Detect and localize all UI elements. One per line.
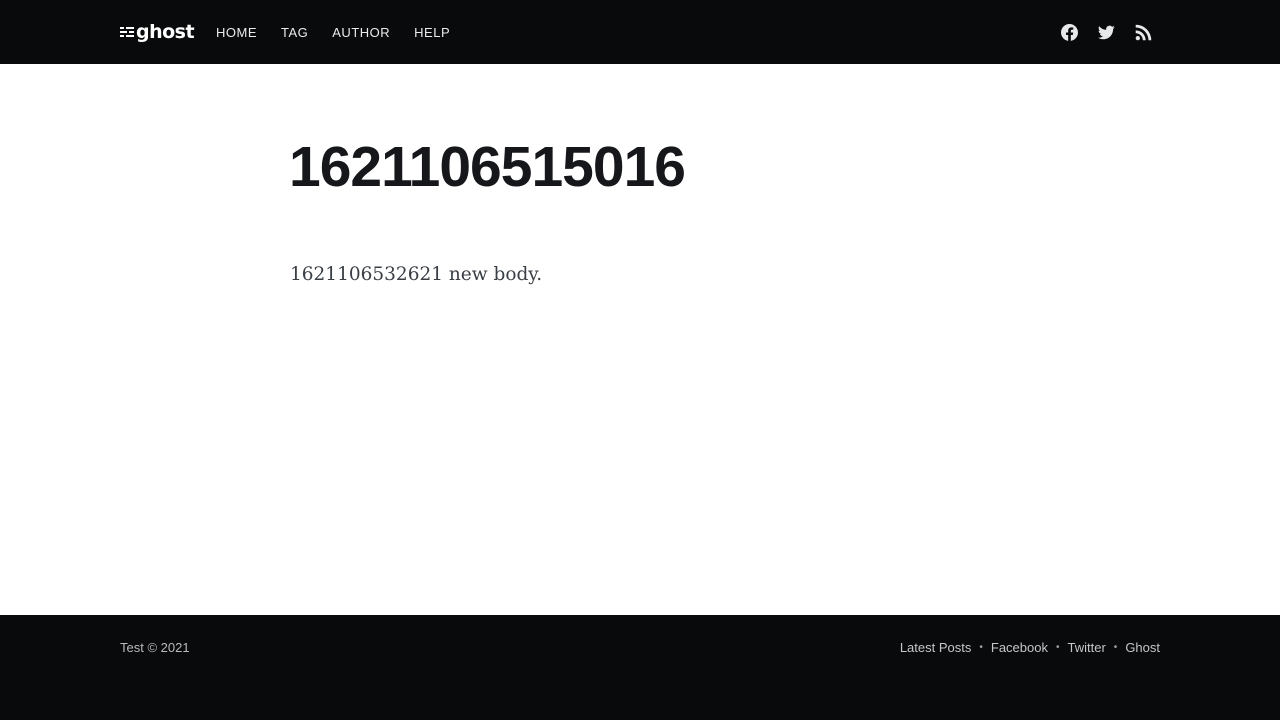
nav-item-author[interactable]: AUTHOR [332, 25, 390, 40]
post-title: 1621106515016 [289, 135, 686, 199]
ghost-logo-icon [120, 27, 134, 37]
site-footer: Test © 2021 Latest Posts • Facebook • Tw… [0, 615, 1280, 720]
footer-link-facebook[interactable]: Facebook [991, 640, 1048, 655]
footer-link-latest-posts[interactable]: Latest Posts [900, 640, 972, 655]
nav-item-tag[interactable]: TAG [281, 25, 308, 40]
post-body: 1621106532621 new body. [290, 264, 543, 285]
footer-separator: • [979, 642, 983, 653]
footer-link-ghost[interactable]: Ghost [1125, 640, 1160, 655]
footer-separator: • [1055, 642, 1060, 653]
main-nav: HOME TAG AUTHOR HELP [216, 0, 474, 64]
nav-item-help[interactable]: HELP [414, 25, 450, 40]
logo-text: ghost [136, 21, 195, 43]
twitter-icon[interactable] [1098, 24, 1115, 41]
facebook-icon[interactable] [1061, 23, 1078, 41]
site-header: ghost HOME TAG AUTHOR HELP [0, 0, 1280, 64]
copyright: Test © 2021 [120, 640, 190, 655]
footer-link-twitter[interactable]: Twitter [1068, 640, 1106, 655]
rss-icon[interactable] [1135, 24, 1152, 41]
footer-separator: • [1113, 642, 1118, 653]
social-links [1041, 0, 1152, 64]
footer-links: Latest Posts • Facebook • Twitter • Ghos… [900, 640, 1160, 655]
site-logo[interactable]: ghost [120, 19, 195, 45]
nav-item-home[interactable]: HOME [216, 25, 257, 40]
